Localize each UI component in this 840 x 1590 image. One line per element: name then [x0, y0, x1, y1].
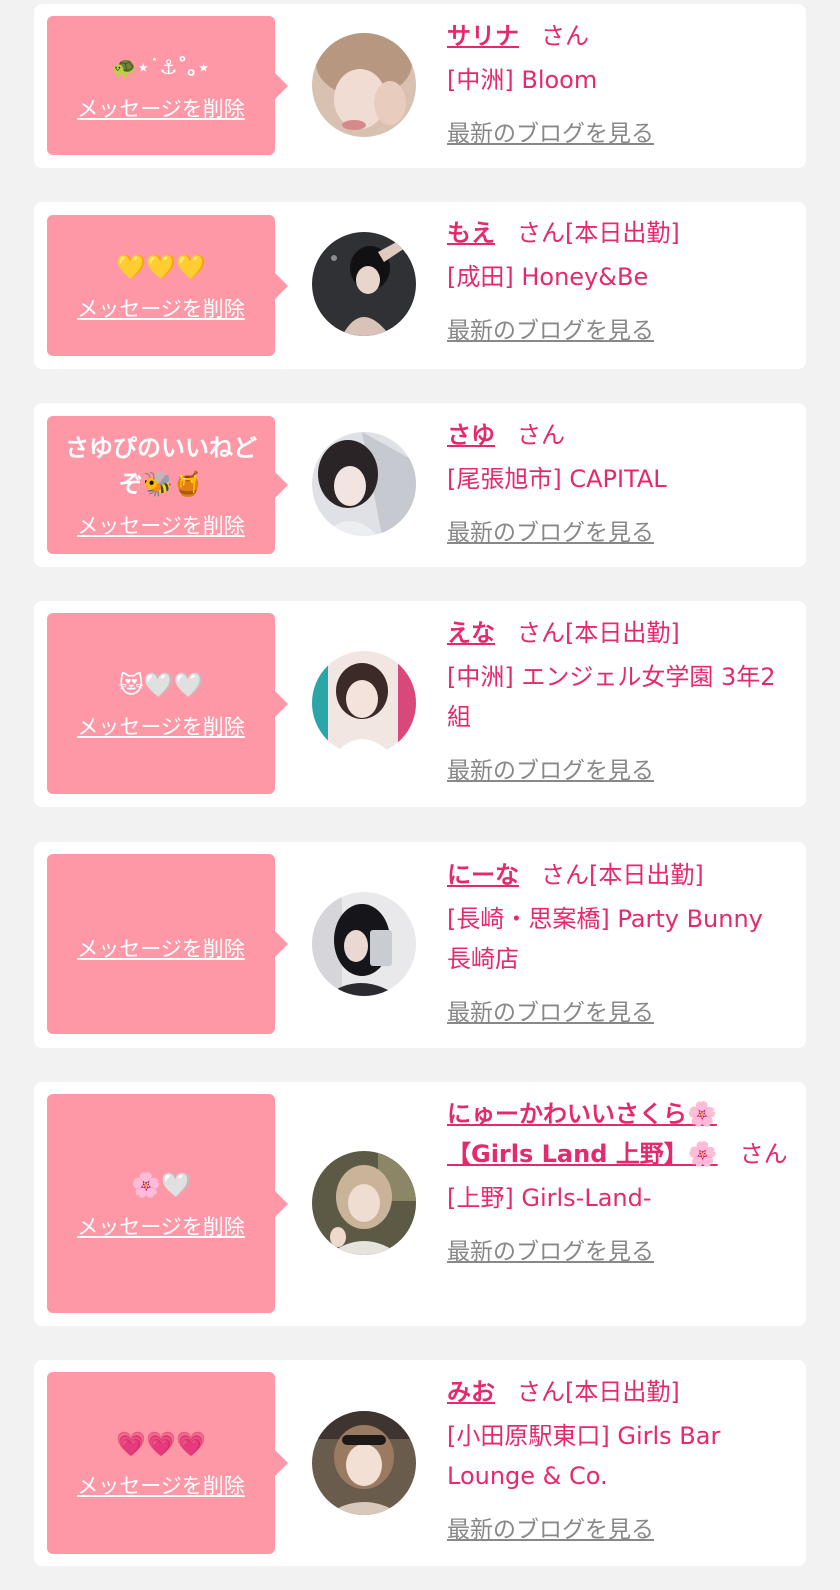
delete-message-link[interactable]: メッセージを削除	[77, 510, 245, 540]
status-text: [本日出勤]	[565, 1378, 680, 1406]
delete-message-link[interactable]: メッセージを削除	[77, 293, 245, 323]
delete-message-link[interactable]: メッセージを削除	[77, 1470, 245, 1500]
message-card: さゆぴのいいねどぞ🐝🍯 メッセージを削除 さゆ さん [尾張旭市] CAPITAL…	[34, 403, 806, 567]
cast-name-link[interactable]: サリナ	[447, 22, 519, 50]
latest-blog-link[interactable]: 最新のブログを見る	[447, 1232, 654, 1272]
shop-name: [成田] Honey&Be	[447, 263, 649, 291]
honorific: さん	[541, 22, 589, 50]
cast-name-link[interactable]: えな	[447, 619, 495, 647]
honorific: さん	[517, 1378, 565, 1406]
message-card: 😻🤍🤍 メッセージを削除 えな さん[本日出勤] [中洲] エンジェル女学園 3年…	[34, 601, 806, 807]
message-text: 🐢⋆˙⚓︎˚｡⋆	[112, 54, 210, 79]
cast-info: サリナ さん [中洲] Bloom 最新のブログを見る	[447, 16, 792, 154]
cast-name-link[interactable]: にーな	[447, 861, 519, 889]
message-card: 🌸🤍 メッセージを削除 にゅーかわいいさくら🌸【Girls Land 上野】🌸 さ…	[34, 1082, 806, 1326]
message-card: メッセージを削除 にーな さん[本日出勤] [長崎・思案橋] Party Bunn…	[34, 842, 806, 1048]
message-bubble: 🌸🤍 メッセージを削除	[47, 1094, 288, 1313]
shop-name: [上野] Girls-Land-	[447, 1184, 652, 1212]
status-text: [本日出勤]	[589, 861, 704, 889]
delete-message-link[interactable]: メッセージを削除	[77, 933, 245, 963]
shop-name: [中洲] Bloom	[447, 66, 598, 94]
message-text: さゆぴのいいねどぞ🐝🍯	[65, 434, 257, 498]
shop-name: [小田原駅東口] Girls Bar Lounge & Co.	[447, 1422, 721, 1490]
status-text: [本日出勤]	[565, 619, 680, 647]
status-text: [本日出勤]	[565, 219, 680, 247]
cast-info: えな さん[本日出勤] [中洲] エンジェル女学園 3年2組 最新のブログを見る	[447, 613, 792, 791]
message-text: 💗💗💗	[116, 1430, 206, 1458]
message-bubble: メッセージを削除	[47, 854, 288, 1034]
avatar[interactable]	[312, 232, 416, 336]
message-card: 💗💗💗 メッセージを削除 みお さん[本日出勤] [小田原駅東口] Girls B…	[34, 1360, 806, 1566]
cast-info: もえ さん[本日出勤] [成田] Honey&Be 最新のブログを見る	[447, 213, 792, 351]
cast-info: さゆ さん [尾張旭市] CAPITAL 最新のブログを見る	[447, 415, 792, 553]
message-bubble: 😻🤍🤍 メッセージを削除	[47, 613, 288, 794]
latest-blog-link[interactable]: 最新のブログを見る	[447, 993, 654, 1033]
message-text: 😻🤍🤍	[118, 670, 204, 699]
message-text: 🌸🤍	[131, 1170, 191, 1199]
latest-blog-link[interactable]: 最新のブログを見る	[447, 114, 654, 154]
cast-name-link[interactable]: もえ	[447, 219, 495, 247]
honorific: さん	[517, 619, 565, 647]
avatar[interactable]	[312, 33, 416, 137]
message-card: 🐢⋆˙⚓︎˚｡⋆ メッセージを削除 サリナ さん [中洲] Bloom 最新のブロ…	[34, 4, 806, 168]
honorific: さん	[541, 861, 589, 889]
message-text: 💛💛💛	[116, 252, 206, 281]
delete-message-link[interactable]: メッセージを削除	[77, 711, 245, 741]
cast-info: にゅーかわいいさくら🌸【Girls Land 上野】🌸 さん [上野] Girls…	[447, 1094, 792, 1272]
avatar[interactable]	[312, 1151, 416, 1255]
cast-name-link[interactable]: みお	[447, 1378, 495, 1406]
message-bubble: 💛💛💛 メッセージを削除	[47, 215, 288, 356]
delete-message-link[interactable]: メッセージを削除	[77, 1211, 245, 1241]
honorific: さん	[517, 421, 565, 449]
message-bubble: 🐢⋆˙⚓︎˚｡⋆ メッセージを削除	[47, 16, 288, 155]
avatar[interactable]	[312, 892, 416, 996]
message-bubble: 💗💗💗 メッセージを削除	[47, 1372, 288, 1554]
honorific: さん	[739, 1140, 788, 1168]
shop-name: [長崎・思案橋] Party Bunny 長崎店	[447, 905, 763, 973]
latest-blog-link[interactable]: 最新のブログを見る	[447, 1510, 654, 1550]
cast-name-link[interactable]: にゅーかわいいさくら🌸【Girls Land 上野】🌸	[447, 1100, 718, 1168]
shop-name: [尾張旭市] CAPITAL	[447, 465, 667, 493]
cast-name-link[interactable]: さゆ	[447, 421, 495, 449]
message-card: 💛💛💛 メッセージを削除 もえ さん[本日出勤] [成田] Honey&Be 最新…	[34, 202, 806, 369]
avatar[interactable]	[312, 432, 416, 536]
avatar[interactable]	[312, 651, 416, 755]
honorific: さん	[517, 219, 565, 247]
shop-name: [中洲] エンジェル女学園 3年2組	[447, 663, 776, 731]
cast-info: にーな さん[本日出勤] [長崎・思案橋] Party Bunny 長崎店 最新の…	[447, 855, 792, 1033]
avatar[interactable]	[312, 1411, 416, 1515]
latest-blog-link[interactable]: 最新のブログを見る	[447, 311, 654, 351]
delete-message-link[interactable]: メッセージを削除	[77, 93, 245, 123]
latest-blog-link[interactable]: 最新のブログを見る	[447, 513, 654, 553]
message-bubble: さゆぴのいいねどぞ🐝🍯 メッセージを削除	[47, 416, 288, 554]
cast-info: みお さん[本日出勤] [小田原駅東口] Girls Bar Lounge & C…	[447, 1372, 792, 1550]
latest-blog-link[interactable]: 最新のブログを見る	[447, 751, 654, 791]
